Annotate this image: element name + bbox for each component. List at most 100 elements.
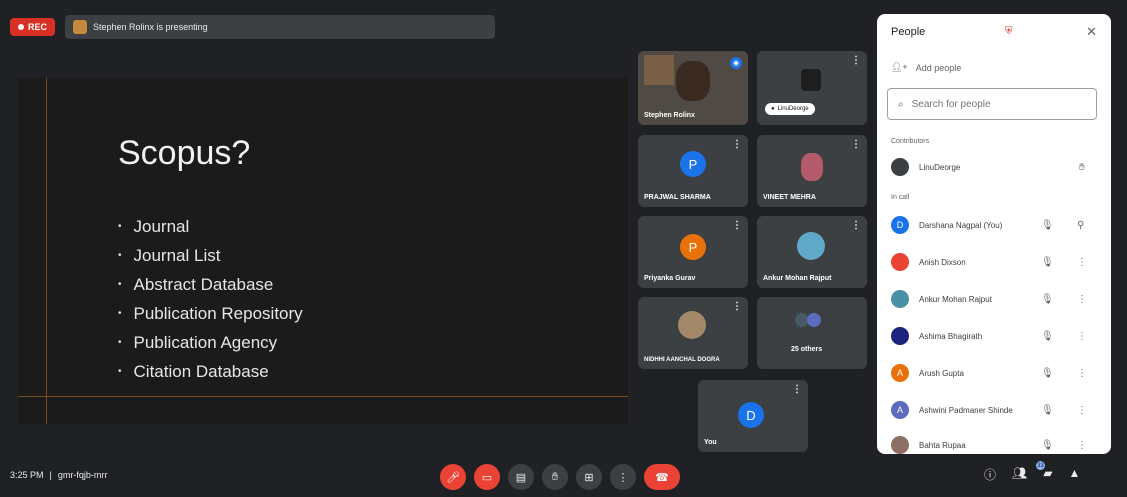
add-people-button[interactable]: 👤︎+ Add people xyxy=(891,62,961,73)
camera-toggle-button[interactable]: ▭ xyxy=(474,464,500,490)
person-row[interactable]: Ashima Bhagirath 🎙︎ ⋮ xyxy=(891,325,1101,347)
rec-label: REC xyxy=(28,22,48,32)
captions-button[interactable]: ▤ xyxy=(508,464,534,490)
person-avatar xyxy=(891,436,909,454)
self-avatar: D xyxy=(738,402,764,428)
person-name: Ankur Mohan Rajput xyxy=(919,294,992,304)
mic-toggle-button[interactable]: 🎤︎ xyxy=(440,464,466,490)
participant-tile[interactable]: ⋮ NIDHHI AANCHAL DOGRA xyxy=(638,297,748,369)
participant-tile[interactable]: ⋮ ● LinuDeorge xyxy=(757,51,867,125)
person-row[interactable]: A Ashwini Padmaner Shinde 🎙︎ ⋮ xyxy=(891,399,1101,421)
more-options-icon[interactable]: ⋮ xyxy=(1077,440,1087,451)
host-controls-icon[interactable]: ⛨ xyxy=(1005,26,1013,37)
person-row[interactable]: Bahta Rupaa 🎙︎ ⋮ xyxy=(891,434,1101,454)
more-options-icon[interactable]: ⋮ xyxy=(1077,257,1087,268)
slide-bullet-list: Journal Journal List Abstract Database P… xyxy=(118,212,303,386)
more-options-icon[interactable]: ⋮ xyxy=(732,139,742,150)
slide-title: Scopus? xyxy=(118,134,251,172)
people-button[interactable]: 👥︎ xyxy=(1012,466,1027,483)
pin-icon[interactable]: ⚲ xyxy=(1077,220,1084,231)
mic-muted-icon: 🎙︎ xyxy=(1041,439,1054,451)
record-dot-icon xyxy=(18,24,24,30)
more-options-icon[interactable]: ⋮ xyxy=(1077,294,1087,305)
participant-tile[interactable]: ⋮ P PRAJWAL SHARMA xyxy=(638,135,748,207)
person-avatar xyxy=(891,253,909,271)
section-label: In call xyxy=(891,194,910,201)
add-people-label: Add people xyxy=(915,62,962,73)
speaking-icon: ◉ xyxy=(730,57,742,69)
person-row[interactable]: A Arush Gupta 🎙︎ ⋮ xyxy=(891,362,1101,384)
presentation-slide: Scopus? Journal Journal List Abstract Da… xyxy=(18,78,628,424)
search-icon: ⌕ xyxy=(898,98,904,110)
slide-divider-vertical xyxy=(46,78,47,424)
presenter-chip[interactable]: Stephen Rolinx is presenting xyxy=(65,15,496,39)
person-avatar xyxy=(891,290,909,308)
participant-name: Stephen Rolinx xyxy=(644,112,695,119)
chat-button[interactable]: ▰ xyxy=(1043,466,1052,483)
slide-bullet: Publication Agency xyxy=(118,328,303,357)
person-row[interactable]: Anish Dixson 🎙︎ ⋮ xyxy=(891,251,1101,273)
more-options-icon[interactable]: ⋮ xyxy=(732,220,742,231)
slide-bullet: Journal xyxy=(118,212,303,241)
meeting-info: 3:25 PM | gmr-fqjb-mrr xyxy=(10,470,107,480)
hand-icon[interactable]: ✋︎ xyxy=(1079,162,1085,173)
participant-tile[interactable]: ⋮ Ankur Mohan Rajput xyxy=(757,216,867,288)
slide-bullet: Journal List xyxy=(118,241,303,270)
present-button[interactable]: ⊞ xyxy=(576,464,602,490)
others-count: 25 others xyxy=(791,346,823,353)
mic-muted-icon: 🎙︎ xyxy=(1041,404,1054,416)
more-options-button[interactable]: ⋮ xyxy=(610,464,636,490)
participant-tile[interactable]: ◉ Stephen Rolinx xyxy=(638,51,748,125)
person-avatar: D xyxy=(891,216,909,234)
participant-photo xyxy=(678,311,706,339)
activities-button[interactable]: ▲ xyxy=(1068,466,1080,483)
more-options-icon[interactable]: ⋮ xyxy=(792,384,802,395)
participant-tile[interactable]: ⋮ VINEET MEHRA xyxy=(757,135,867,207)
slide-bullet: Citation Database xyxy=(118,357,303,386)
more-options-icon[interactable]: ⋮ xyxy=(851,55,861,66)
person-row[interactable]: Ankur Mohan Rajput 🎙︎ ⋮ xyxy=(891,288,1101,310)
add-person-icon: 👤︎+ xyxy=(891,62,908,72)
person-name: Ashwini Padmaner Shinde xyxy=(919,405,1013,415)
more-options-icon[interactable]: ⋮ xyxy=(1077,331,1087,342)
side-controls: ⓘ 👥︎ ▰ ▲ xyxy=(984,466,1080,483)
person-name: Arush Gupta xyxy=(919,368,964,378)
separator: | xyxy=(49,470,52,480)
self-tile[interactable]: ⋮ D You xyxy=(698,380,808,452)
slide-divider-horizontal xyxy=(18,396,628,397)
end-call-icon: ☎︎ xyxy=(655,471,669,484)
more-options-icon[interactable]: ⋮ xyxy=(1077,405,1087,416)
panel-title: People xyxy=(891,26,926,38)
more-options-icon[interactable]: ⋮ xyxy=(851,139,861,150)
meeting-code: gmr-fqjb-mrr xyxy=(57,470,108,480)
more-options-icon[interactable]: ⋮ xyxy=(851,220,861,231)
mic-muted-icon: 🎙︎ xyxy=(1041,219,1054,231)
participant-avatar: P xyxy=(680,151,706,177)
presenter-avatar xyxy=(73,20,88,34)
participant-name: NIDHHI AANCHAL DOGRA xyxy=(644,357,720,363)
host-row[interactable]: LinuDeorge ✋︎ xyxy=(891,156,1101,178)
close-icon[interactable]: ✕ xyxy=(1086,24,1097,40)
raise-hand-icon: ✋︎ xyxy=(551,470,559,483)
more-options-icon: ⋮ xyxy=(617,471,629,484)
person-row[interactable]: D Darshana Nagpal (You) 🎙︎ ⚲ xyxy=(891,214,1101,236)
participant-tile[interactable]: ⋮ P Priyanka Gurav xyxy=(638,216,748,288)
participant-avatar: P xyxy=(680,234,706,260)
person-avatar xyxy=(891,327,909,345)
end-call-button[interactable]: ☎︎ xyxy=(644,464,680,490)
mic-muted-icon: 🎙︎ xyxy=(1041,330,1054,342)
stacked-avatar xyxy=(807,313,821,327)
person-name: Darshana Nagpal (You) xyxy=(919,220,1003,230)
participant-tile[interactable]: 25 others xyxy=(757,297,867,369)
search-input[interactable] xyxy=(911,98,1072,110)
participant-name: You xyxy=(704,439,717,446)
more-options-icon[interactable]: ⋮ xyxy=(1077,368,1087,379)
camera-off-icon: ▭ xyxy=(481,471,493,484)
mic-muted-icon: 🎙︎ xyxy=(1041,293,1054,305)
clock-time: 3:25 PM xyxy=(10,470,44,480)
people-search[interactable]: ⌕ xyxy=(887,88,1097,120)
participant-video xyxy=(676,61,710,101)
raise-hand-button[interactable]: ✋︎ xyxy=(542,464,568,490)
info-button[interactable]: ⓘ xyxy=(984,466,996,483)
more-options-icon[interactable]: ⋮ xyxy=(732,301,742,312)
